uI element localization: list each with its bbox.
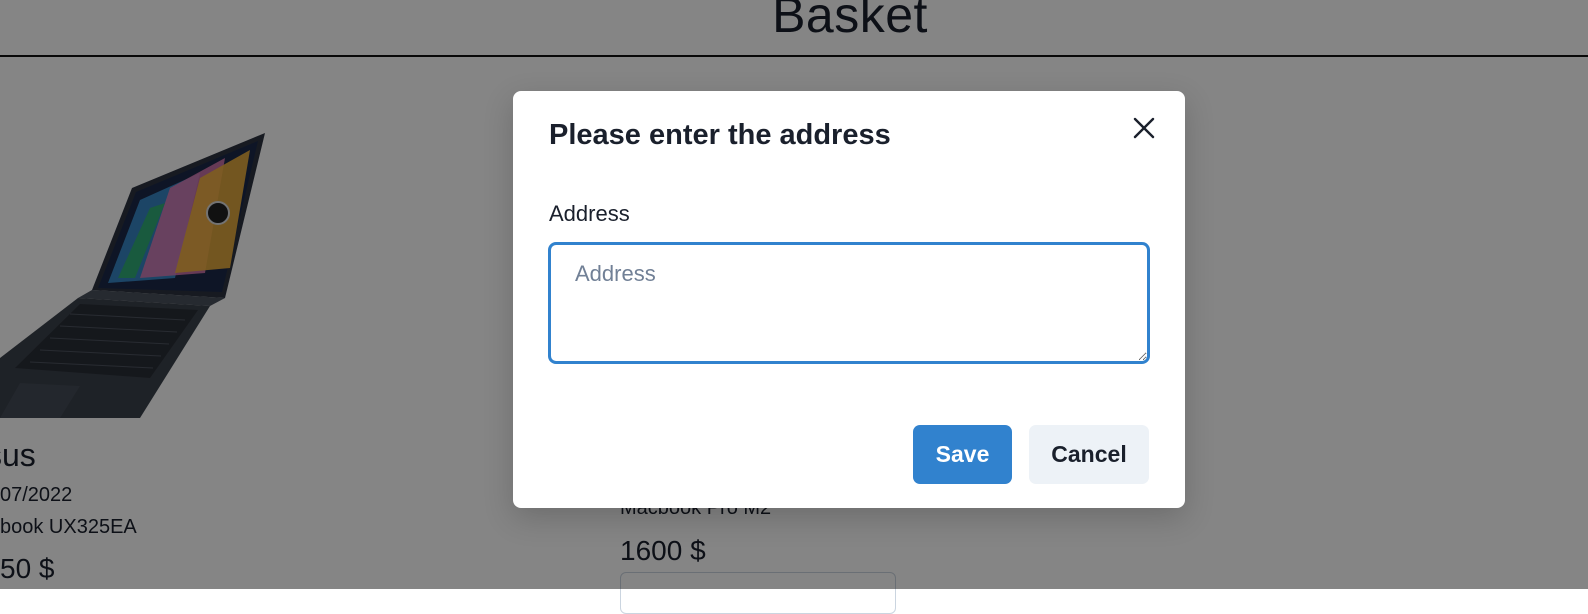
modal-title: Please enter the address <box>549 119 891 151</box>
close-button[interactable] <box>1127 111 1161 145</box>
cancel-button[interactable]: Cancel <box>1029 425 1149 484</box>
close-icon <box>1133 117 1155 139</box>
address-modal: Please enter the address Address Save Ca… <box>513 91 1185 508</box>
address-label: Address <box>549 201 630 226</box>
save-button[interactable]: Save <box>913 425 1012 484</box>
address-input[interactable] <box>549 243 1149 363</box>
